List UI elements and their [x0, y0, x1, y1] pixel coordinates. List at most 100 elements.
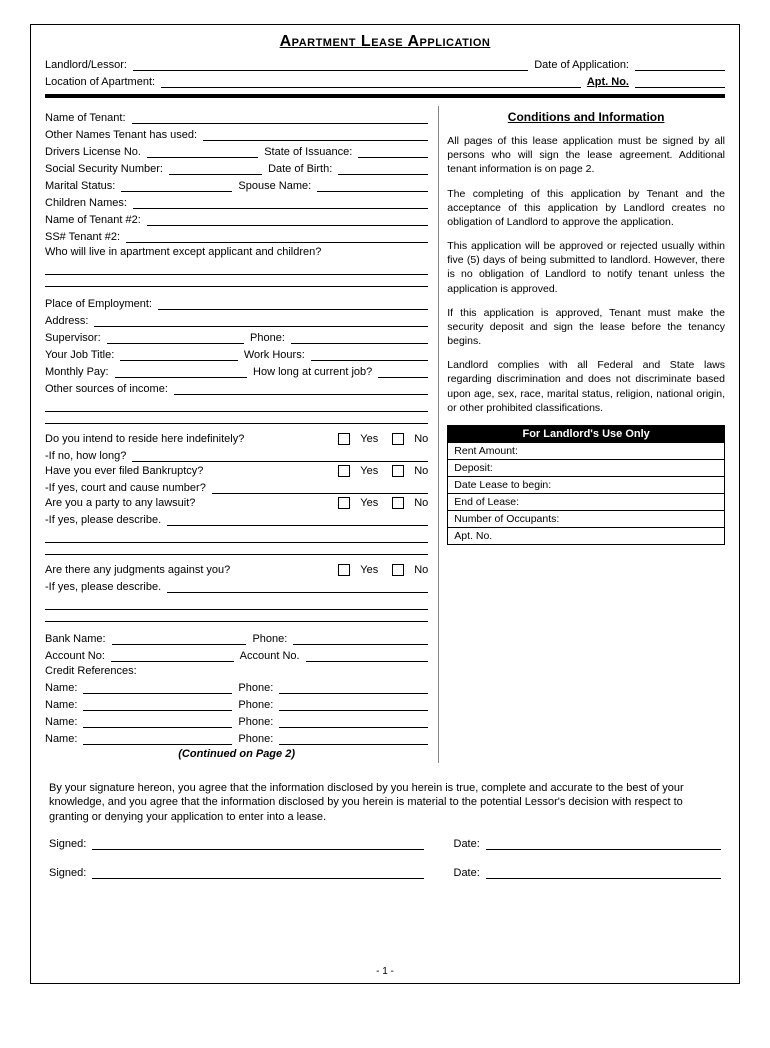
- bankname-input[interactable]: [112, 631, 247, 645]
- phone1-label: Phone:: [250, 332, 285, 344]
- marital-input[interactable]: [121, 178, 232, 192]
- hours-label: Work Hours:: [244, 349, 305, 361]
- ssn-input[interactable]: [169, 161, 262, 175]
- acct2-input[interactable]: [306, 648, 429, 662]
- bank-yes-checkbox[interactable]: [338, 465, 350, 477]
- dl-input[interactable]: [147, 144, 258, 158]
- children-input[interactable]: [133, 195, 428, 209]
- ref3-phone-label: Phone:: [238, 716, 273, 728]
- signature-row-2: Signed: Date:: [49, 865, 721, 882]
- phone1-input[interactable]: [291, 330, 428, 344]
- state-label: State of Issuance:: [264, 146, 352, 158]
- acct-input[interactable]: [111, 648, 234, 662]
- employment-section: Place of Employment: Address: Supervisor…: [45, 292, 428, 418]
- location-input[interactable]: [161, 74, 581, 88]
- ssn-label: Social Security Number:: [45, 163, 163, 175]
- empl-input[interactable]: [158, 296, 428, 310]
- bankname-label: Bank Name:: [45, 633, 106, 645]
- sep-2: [45, 423, 428, 424]
- lawsuit-no-checkbox[interactable]: [392, 497, 404, 509]
- reside-yes-checkbox[interactable]: [338, 433, 350, 445]
- judg-no-checkbox[interactable]: [392, 564, 404, 576]
- bank-no-checkbox[interactable]: [392, 465, 404, 477]
- addr-label: Address:: [45, 315, 88, 327]
- howlong-label: How long at current job?: [253, 366, 372, 378]
- ifno-input[interactable]: [132, 448, 428, 462]
- dob-input[interactable]: [338, 161, 428, 175]
- bank-label: Have you ever filed Bankruptcy?: [45, 465, 203, 477]
- bankphone-input[interactable]: [293, 631, 428, 645]
- date2-label: Date:: [454, 867, 480, 879]
- ref2-name-input[interactable]: [83, 697, 232, 711]
- form-title: Apartment Lease Application: [45, 33, 725, 51]
- t2name-input[interactable]: [147, 212, 428, 226]
- judgments-section: Are there any judgments against you?YesN…: [45, 560, 428, 616]
- name-input[interactable]: [132, 110, 429, 124]
- tenant-section: Name of Tenant: Other Names Tenant has u…: [45, 106, 428, 281]
- othernames-input[interactable]: [203, 127, 428, 141]
- othersrc-input-2[interactable]: [45, 398, 428, 412]
- header-row-2: Location of Apartment: Apt. No.: [45, 74, 725, 88]
- pay-input[interactable]: [115, 364, 247, 378]
- bankphone-label: Phone:: [252, 633, 287, 645]
- judg-ifyes-input[interactable]: [167, 579, 428, 593]
- hours-input[interactable]: [311, 347, 429, 361]
- othersrc-label: Other sources of income:: [45, 383, 168, 395]
- begin-label: Date Lease to begin:: [454, 479, 551, 491]
- bank-section: Bank Name:Phone: Account No:Account No. …: [45, 627, 428, 763]
- addr-input[interactable]: [94, 313, 428, 327]
- t2ss-input[interactable]: [126, 229, 428, 243]
- right-column: Conditions and Information All pages of …: [438, 106, 725, 763]
- reside-no-checkbox[interactable]: [392, 433, 404, 445]
- date2-input[interactable]: [486, 865, 721, 879]
- wholive-input[interactable]: [45, 261, 428, 275]
- judg-ifyes-input-2[interactable]: [45, 596, 428, 610]
- ref2-phone-label: Phone:: [238, 699, 273, 711]
- ifyes2-input[interactable]: [167, 512, 428, 526]
- end-label: End of Lease:: [454, 496, 519, 508]
- state-input[interactable]: [358, 144, 428, 158]
- jobtitle-input[interactable]: [120, 347, 238, 361]
- left-column: Name of Tenant: Other Names Tenant has u…: [45, 106, 428, 763]
- lawsuit-yes-checkbox[interactable]: [338, 497, 350, 509]
- ref4-name-input[interactable]: [83, 731, 232, 745]
- ifyes2-input-2[interactable]: [45, 529, 428, 543]
- reside-label: Do you intend to reside here indefinitel…: [45, 433, 244, 445]
- sup-input[interactable]: [107, 330, 244, 344]
- columns: Name of Tenant: Other Names Tenant has u…: [45, 106, 725, 763]
- ref3-phone-input[interactable]: [279, 714, 428, 728]
- deposit-label: Deposit:: [454, 462, 493, 474]
- othersrc-input[interactable]: [174, 381, 428, 395]
- judg-ifyes-label: -If yes, please describe.: [45, 581, 161, 593]
- signed1-label: Signed:: [49, 838, 86, 850]
- ref3-name-label: Name:: [45, 716, 77, 728]
- howlong-input[interactable]: [378, 364, 428, 378]
- ifyes-input[interactable]: [212, 480, 428, 494]
- signed1-input[interactable]: [92, 836, 423, 850]
- ref3-name-input[interactable]: [83, 714, 232, 728]
- judg-yes-checkbox[interactable]: [338, 564, 350, 576]
- form-page: Apartment Lease Application Landlord/Les…: [30, 24, 740, 984]
- date-app-input[interactable]: [635, 57, 725, 71]
- aptno-label: Apt. No.: [587, 76, 629, 88]
- date-app-label: Date of Application:: [534, 59, 629, 71]
- cond-p3: This application will be approved or rej…: [447, 239, 725, 296]
- date1-input[interactable]: [486, 836, 721, 850]
- divider-bar: [45, 94, 725, 98]
- spouse-input[interactable]: [317, 178, 428, 192]
- marital-label: Marital Status:: [45, 180, 115, 192]
- agreement-text: By your signature hereon, you agree that…: [49, 781, 721, 824]
- ref4-phone-input[interactable]: [279, 731, 428, 745]
- aptno-input[interactable]: [635, 74, 725, 88]
- landlord-input[interactable]: [133, 57, 528, 71]
- ref1-phone-input[interactable]: [279, 680, 428, 694]
- acct2-label: Account No.: [240, 650, 300, 662]
- lawsuit-label: Are you a party to any lawsuit?: [45, 497, 195, 509]
- ref4-phone-label: Phone:: [238, 733, 273, 745]
- children-label: Children Names:: [45, 197, 127, 209]
- t2ss-label: SS# Tenant #2:: [45, 231, 120, 243]
- spouse-label: Spouse Name:: [238, 180, 311, 192]
- ref2-phone-input[interactable]: [279, 697, 428, 711]
- ref1-name-input[interactable]: [83, 680, 232, 694]
- signed2-input[interactable]: [92, 865, 423, 879]
